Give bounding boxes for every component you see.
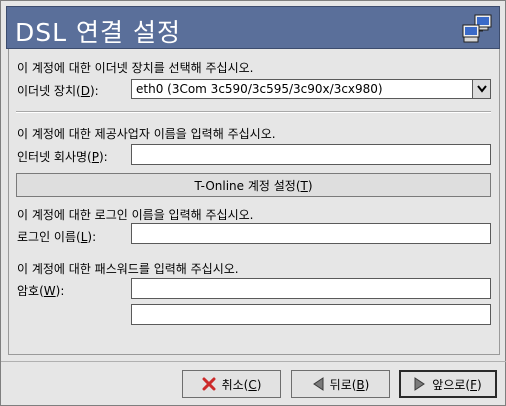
right-arrow-icon xyxy=(414,377,426,391)
provider-name-input[interactable] xyxy=(131,144,491,165)
password-input[interactable] xyxy=(131,278,491,299)
dsl-setup-window: DSL 연결 설정 이 계정에 대한 이더넷 장치를 선택해 주십시오. 이더넷… xyxy=(0,0,506,406)
ethernet-device-value: eth0 (3Com 3c590/3c595/3c90x/3cx980) xyxy=(136,82,383,96)
header-banner: DSL 연결 설정 xyxy=(6,6,500,49)
login-name-input[interactable] xyxy=(131,223,491,244)
password-instruction: 이 계정에 대한 패스워드를 입력해 주십시오. xyxy=(17,262,239,276)
forward-button[interactable]: 앞으로(F) xyxy=(399,370,497,398)
provider-label: 인터넷 회사명(P): xyxy=(17,150,108,164)
chevron-down-icon xyxy=(476,85,487,93)
device-label: 이더넷 장치(D): xyxy=(17,84,99,98)
section-divider xyxy=(16,111,491,113)
password-label: 암호(W): xyxy=(17,284,65,298)
login-label: 로그인 이름(L): xyxy=(17,230,97,244)
x-icon xyxy=(202,377,216,391)
tonline-setup-label: T-Online 계정 설정(T) xyxy=(194,178,313,193)
device-instruction: 이 계정에 대한 이더넷 장치를 선택해 주십시오. xyxy=(17,61,254,75)
cancel-button[interactable]: 취소(C) xyxy=(182,370,281,398)
forward-label: 앞으로(F) xyxy=(432,377,482,392)
back-button[interactable]: 뒤로(B) xyxy=(291,370,390,398)
login-instruction: 이 계정에 대한 로그인 이름을 입력해 주십시오. xyxy=(17,208,254,222)
tonline-setup-button[interactable]: T-Online 계정 설정(T) xyxy=(16,173,491,197)
ethernet-device-select[interactable]: eth0 (3Com 3c590/3c595/3c90x/3cx980) xyxy=(131,79,491,99)
left-arrow-icon xyxy=(312,377,324,391)
cancel-label: 취소(C) xyxy=(221,377,262,392)
button-bar-divider xyxy=(1,361,506,362)
dropdown-button[interactable] xyxy=(472,80,490,98)
window-title: DSL 연결 설정 xyxy=(15,18,181,47)
password-confirm-input[interactable] xyxy=(131,304,491,325)
provider-instruction: 이 계정에 대한 제공사업자 이름을 입력해 주십시오. xyxy=(17,127,276,141)
network-computers-icon xyxy=(462,14,492,43)
back-label: 뒤로(B) xyxy=(329,377,370,392)
